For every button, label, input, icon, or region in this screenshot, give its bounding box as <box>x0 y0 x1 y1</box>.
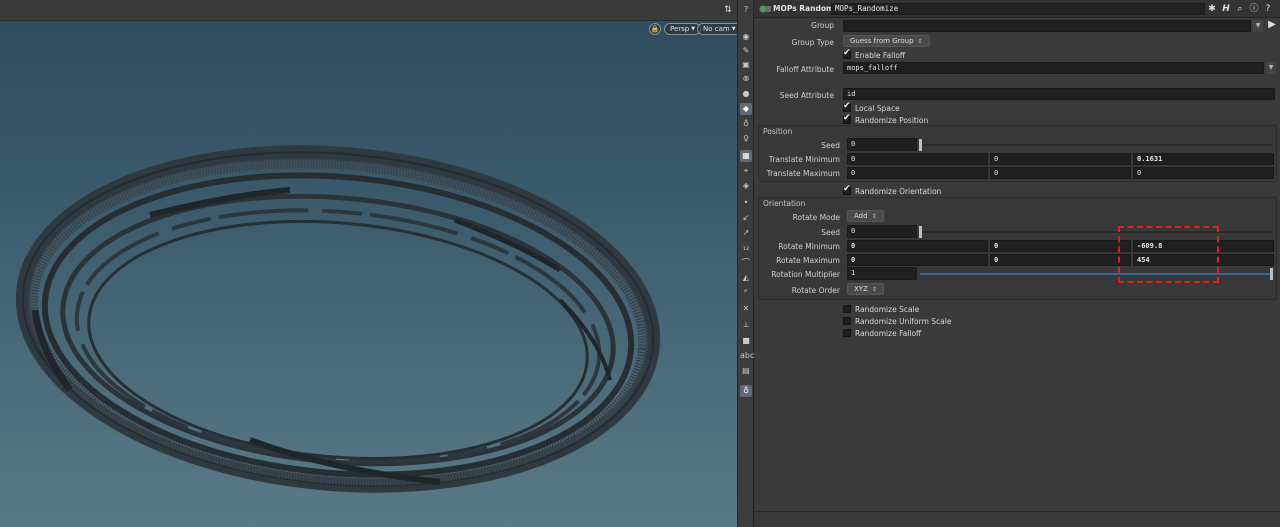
group-label: Group <box>811 21 834 30</box>
position-seed-slider-handle[interactable] <box>919 139 922 151</box>
rotation-multiplier-field[interactable]: 1 <box>847 267 917 280</box>
group-type-menu[interactable]: Guess from Group ⇕ <box>843 35 930 47</box>
rotate-mode-menu[interactable]: Add ⇕ <box>847 210 884 222</box>
light-icon[interactable]: ♁ <box>740 118 752 130</box>
snap-icon[interactable]: ◆ <box>740 103 752 115</box>
node-name-field[interactable]: MOPs_Randomize <box>831 3 1205 15</box>
position-seed-label: Seed <box>821 141 840 150</box>
translate-max-x[interactable]: 0 <box>847 167 988 179</box>
falloff-menu-arrow-icon[interactable]: ▼ <box>1266 62 1276 74</box>
orientation-folder-title: Orientation <box>763 199 806 208</box>
help-icon[interactable]: ? <box>740 4 752 16</box>
randomize-scale-label: Randomize Scale <box>855 305 920 314</box>
translate-min-x[interactable]: 0 <box>847 153 988 165</box>
falloff-attribute-label: Falloff Attribute <box>776 65 834 74</box>
randomize-position-checkbox[interactable] <box>843 113 851 124</box>
rotate-mode-label: Rotate Mode <box>792 213 840 222</box>
point-icon[interactable]: • <box>740 197 752 209</box>
group-field[interactable] <box>843 20 1251 32</box>
group-type-value: Guess from Group <box>850 37 914 45</box>
rotate-min-label: Rotate Minimum <box>778 242 840 251</box>
falloff-attribute-field[interactable]: mops_falloff <box>843 62 1264 74</box>
orientation-seed-field[interactable]: 0 <box>847 225 917 238</box>
randomize-position-label: Randomize Position <box>855 116 929 125</box>
translate-min-z[interactable]: 0.1631 <box>1133 153 1274 165</box>
transform-icon[interactable]: ✕ <box>740 303 752 315</box>
position-folder-title: Position <box>763 127 793 136</box>
updown-icon: ⇕ <box>871 286 877 293</box>
rotate-max-x[interactable]: 0 <box>847 254 988 266</box>
updown-icon: ⇕ <box>871 213 877 220</box>
rotate-mode-value: Add <box>854 212 868 220</box>
orientation-seed-slider[interactable] <box>920 231 1272 233</box>
question-icon[interactable]: ? <box>1262 3 1274 15</box>
text-label-icon[interactable]: abc <box>740 350 754 362</box>
axis-icon[interactable]: ⟂ <box>740 319 752 331</box>
translate-min-label: Translate Minimum <box>768 155 840 164</box>
scene-viewport[interactable]: ⇅ 🔒 Persp ▼ No cam ▼ <box>0 0 737 527</box>
parameter-header: MOPs Randomize MOPs_Randomize ✱ H ⌕ ⓘ ? <box>754 0 1280 18</box>
local-space-checkbox[interactable] <box>843 101 851 112</box>
orientation-seed-slider-handle[interactable] <box>919 226 922 238</box>
randomize-orientation-checkbox[interactable] <box>843 184 851 195</box>
highlight-annotation <box>1118 226 1219 283</box>
panel-divider <box>754 511 1280 512</box>
rotate-order-value: XYZ <box>854 285 868 293</box>
rotate-order-menu[interactable]: XYZ ⇕ <box>847 283 884 295</box>
houdini-window: ⇅ 🔒 Persp ▼ No cam ▼ ? ◉ ✎ ▣ ⊗ ● ◆ ♁ ♀ ▦… <box>0 0 1280 527</box>
gear-icon[interactable]: ✱ <box>1206 3 1218 15</box>
enable-falloff-label: Enable Falloff <box>855 51 906 60</box>
randomize-falloff-checkbox[interactable] <box>843 329 851 337</box>
enable-falloff-checkbox[interactable] <box>843 48 851 59</box>
randomize-uniform-scale-checkbox[interactable] <box>843 317 851 325</box>
position-seed-field[interactable]: 0 <box>847 138 917 151</box>
rotation-multiplier-label: Rotation Multiplier <box>771 270 840 279</box>
translate-max-z[interactable]: 0 <box>1133 167 1274 179</box>
select-arrow-icon[interactable]: ▶ <box>1266 19 1278 31</box>
group-menu-arrow-icon[interactable]: ▼ <box>1253 20 1263 32</box>
group-type-label: Group Type <box>791 38 834 47</box>
translate-min-y[interactable]: 0 <box>990 153 1131 165</box>
square-icon[interactable]: ■ <box>740 335 752 347</box>
randomize-uniform-scale-label: Randomize Uniform Scale <box>855 317 952 326</box>
rotate-max-y[interactable]: 0 <box>990 254 1131 266</box>
rotation-multiplier-slider-handle[interactable] <box>1270 268 1273 280</box>
viewport-lock-icon[interactable]: 🔒 <box>649 23 661 35</box>
ghost-icon[interactable]: ⊗ <box>740 73 752 85</box>
info-icon[interactable]: ⓘ <box>1248 3 1260 15</box>
orientation-seed-label: Seed <box>821 228 840 237</box>
seed-attribute-field[interactable]: id <box>843 88 1275 100</box>
updown-icon: ⇕ <box>917 38 923 45</box>
randomize-orientation-label: Randomize Orientation <box>855 187 942 196</box>
display-icon[interactable]: ▤ <box>740 365 752 377</box>
translate-max-label: Translate Maximum <box>766 169 840 178</box>
handle-icon[interactable]: ♁ <box>740 385 752 397</box>
randomize-scale-checkbox[interactable] <box>843 305 851 313</box>
mops-node-icon <box>759 5 771 13</box>
houdini-help-icon[interactable]: H <box>1220 3 1232 15</box>
randomize-falloff-label: Randomize Falloff <box>855 329 922 338</box>
translate-max-y[interactable]: 0 <box>990 167 1131 179</box>
rotate-max-label: Rotate Maximum <box>776 256 840 265</box>
rotate-min-y[interactable]: 0 <box>990 240 1131 252</box>
position-seed-slider[interactable] <box>920 144 1272 146</box>
local-space-label: Local Space <box>855 104 900 113</box>
rotate-min-x[interactable]: 0 <box>847 240 988 252</box>
render-icon[interactable]: ◈ <box>740 180 752 192</box>
ring-geometry <box>15 145 661 493</box>
seed-attribute-label: Seed Attribute <box>779 91 834 100</box>
search-icon[interactable]: ⌕ <box>1234 3 1246 15</box>
rotate-order-label: Rotate Order <box>791 286 840 295</box>
